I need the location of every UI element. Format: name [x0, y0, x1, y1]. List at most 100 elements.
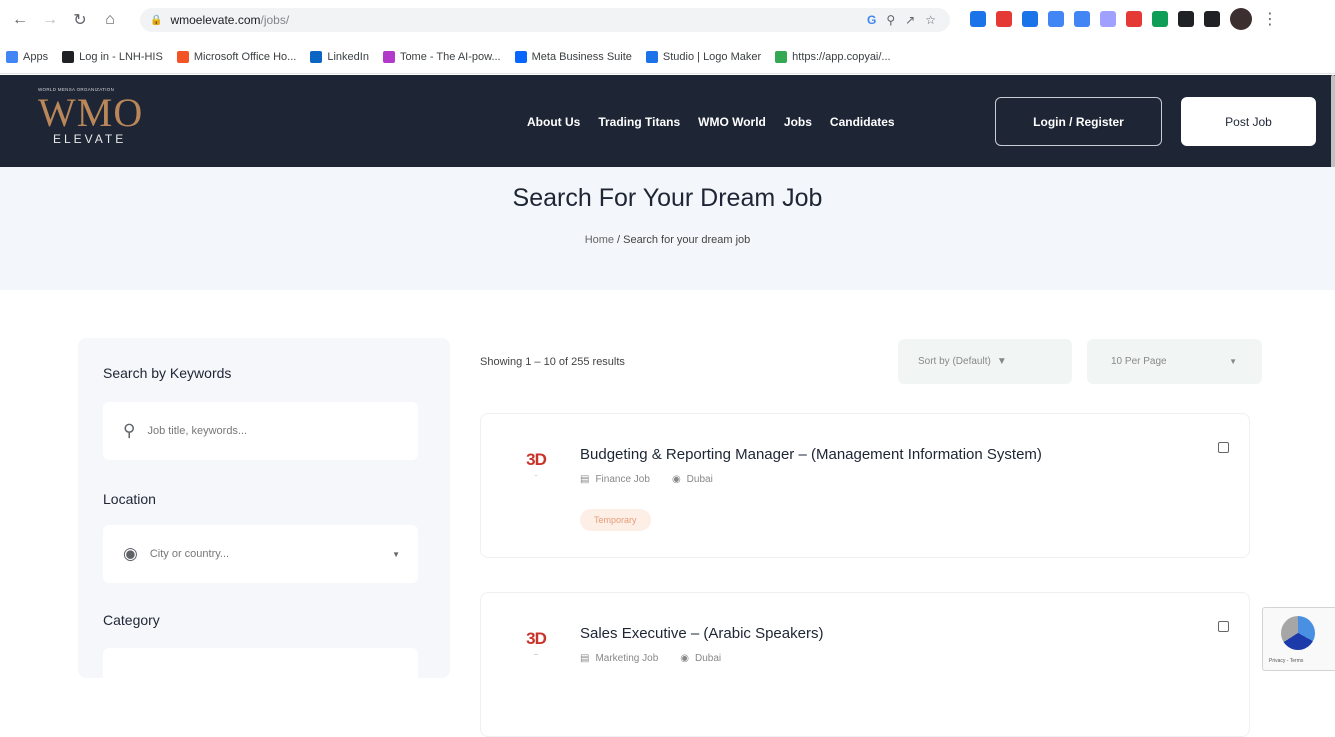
bookmark-item[interactable]: Studio | Logo Maker	[645, 50, 762, 63]
bookmark-favicon-icon	[382, 50, 395, 63]
job-type-badge: Temporary	[580, 509, 651, 531]
keyword-search-input[interactable]: ⚲ Job title, keywords...	[103, 402, 418, 460]
breadcrumb-current: Search for your dream job	[623, 234, 751, 246]
google-icon[interactable]: G	[867, 13, 876, 27]
hero-banner: Search For Your Dream Job Home / Search fo…	[0, 167, 1335, 290]
page-title: Search For Your Dream Job	[512, 184, 823, 212]
profile-avatar[interactable]	[1230, 8, 1252, 30]
login-register-button[interactable]: Login / Register	[995, 97, 1162, 146]
extension-icon[interactable]	[1100, 11, 1116, 27]
sort-label: Sort by (Default)	[918, 356, 991, 367]
post-job-button[interactable]: Post Job	[1181, 97, 1316, 146]
home-icon[interactable]: ⌂	[98, 8, 122, 32]
bookmark-item[interactable]: LinkedIn	[310, 50, 369, 63]
url-host: wmoelevate.com	[170, 13, 261, 27]
keyword-placeholder: Job title, keywords...	[147, 425, 248, 437]
extension-icon[interactable]	[1204, 11, 1220, 27]
extension-icon[interactable]	[1178, 11, 1194, 27]
bookmark-label: Tome - The AI-pow...	[399, 50, 501, 63]
extensions-bar: ⋮	[970, 8, 1278, 30]
job-location-text: Dubai	[695, 653, 722, 664]
company-logo-sub: _	[534, 471, 538, 476]
search-icon: ⚲	[123, 421, 136, 440]
bookmark-item[interactable]: Log in - LNH-HIS	[62, 50, 163, 63]
location-pin-icon: ◉	[671, 474, 681, 485]
job-card[interactable]: 3D __ Sales Executive – (Arabic Speakers…	[480, 592, 1250, 737]
bookmark-favicon-icon	[310, 50, 323, 63]
per-page-label: 10 Per Page	[1111, 356, 1167, 367]
reload-icon[interactable]: ↻	[68, 8, 92, 32]
company-logo: 3D _	[511, 450, 561, 492]
chevron-down-icon: ▼	[996, 356, 1007, 367]
recaptcha-badge[interactable]: Privacy - Terms	[1262, 607, 1335, 671]
recaptcha-icon	[1281, 616, 1315, 650]
bookmark-icon[interactable]	[1218, 621, 1229, 632]
main-nav: About Us Trading Titans WMO World Jobs Candi…	[527, 115, 895, 129]
extension-icon[interactable]	[1074, 11, 1090, 27]
bookmark-label: https://app.copyai/...	[792, 50, 891, 63]
filter-sidebar: Search by Keywords ⚲ Job title, keywords…	[78, 338, 450, 706]
lock-icon: 🔒	[150, 14, 163, 26]
job-category: ▤ Marketing Job	[580, 653, 658, 664]
briefcase-icon: ▤	[580, 474, 590, 485]
job-title[interactable]: Budgeting & Reporting Manager – (Managem…	[580, 446, 1042, 463]
keywords-label: Search by Keywords	[103, 365, 232, 381]
job-meta: ▤ Marketing Job ◉ Dubai	[580, 653, 721, 664]
share-icon[interactable]: ↗	[905, 13, 915, 27]
extension-icon[interactable]	[1126, 11, 1142, 27]
bookmark-label: Microsoft Office Ho...	[193, 50, 297, 63]
forward-arrow-icon[interactable]: →	[38, 8, 62, 32]
nav-link-about-us[interactable]: About Us	[527, 115, 580, 129]
company-logo: 3D __	[511, 629, 561, 671]
breadcrumb-home-link[interactable]: Home	[585, 234, 614, 246]
extension-icon[interactable]	[996, 11, 1012, 27]
recaptcha-text[interactable]: Privacy - Terms	[1269, 658, 1303, 664]
company-logo-sub: __	[533, 650, 539, 655]
key-icon[interactable]: ⚲	[886, 13, 895, 27]
browser-menu-icon[interactable]: ⋮	[1262, 9, 1278, 29]
bookmark-item[interactable]: Apps	[6, 50, 49, 63]
bookmark-favicon-icon	[176, 50, 189, 63]
nav-link-wmo-world[interactable]: WMO World	[698, 115, 766, 129]
bookmark-item[interactable]: Meta Business Suite	[514, 50, 632, 63]
job-category-text: Marketing Job	[595, 653, 659, 664]
location-pin-icon: ◉	[123, 544, 138, 563]
nav-link-candidates[interactable]: Candidates	[830, 115, 895, 129]
logo-elevate-text: ELEVATE	[53, 132, 127, 146]
wmo-logo[interactable]: WORLD MENSA ORGANIZATION WMO ELEVATE	[38, 87, 188, 157]
job-location: ◉ Dubai	[672, 474, 713, 485]
bookmark-icon[interactable]	[1218, 442, 1229, 453]
bookmark-label: LinkedIn	[327, 50, 369, 63]
location-select[interactable]: ◉ City or country... ▼	[103, 525, 418, 583]
nav-link-jobs[interactable]: Jobs	[784, 115, 812, 129]
star-icon[interactable]: ☆	[925, 13, 936, 27]
per-page-select[interactable]: 10 Per Page ▼	[1087, 339, 1262, 384]
extension-icon[interactable]	[1022, 11, 1038, 27]
job-card[interactable]: 3D _ Budgeting & Reporting Manager – (Ma…	[480, 413, 1250, 558]
company-logo-mark: 3D	[526, 450, 547, 469]
bookmark-item[interactable]: Tome - The AI-pow...	[382, 50, 501, 63]
logo-wmo-text: WMO	[38, 90, 144, 135]
extension-icon[interactable]	[970, 11, 986, 27]
category-label: Category	[103, 612, 160, 628]
category-select[interactable]	[103, 648, 418, 706]
job-location-text: Dubai	[686, 474, 713, 485]
bookmark-favicon-icon	[775, 50, 788, 63]
job-title[interactable]: Sales Executive – (Arabic Speakers)	[580, 625, 823, 642]
bookmark-favicon-icon	[645, 50, 658, 63]
bookmark-item[interactable]: Microsoft Office Ho...	[176, 50, 297, 63]
extension-icon[interactable]	[1152, 11, 1168, 27]
extension-icon[interactable]	[1048, 11, 1064, 27]
job-category: ▤ Finance Job	[580, 474, 650, 485]
sort-select[interactable]: Sort by (Default) ▼	[898, 339, 1072, 384]
bookmark-favicon-icon	[62, 50, 75, 63]
bookmark-label: Apps	[23, 50, 49, 63]
bookmark-label: Studio | Logo Maker	[662, 50, 762, 63]
chevron-down-icon: ▼	[392, 549, 400, 559]
location-placeholder: City or country...	[149, 548, 230, 560]
nav-link-trading-titans[interactable]: Trading Titans	[598, 115, 680, 129]
chevron-down-icon: ▼	[1229, 357, 1237, 366]
bookmark-item[interactable]: https://app.copyai/...	[775, 50, 891, 63]
address-bar[interactable]: 🔒 wmoelevate.com/jobs/ G ⚲ ↗ ☆	[140, 8, 950, 32]
back-arrow-icon[interactable]: ←	[8, 8, 32, 32]
